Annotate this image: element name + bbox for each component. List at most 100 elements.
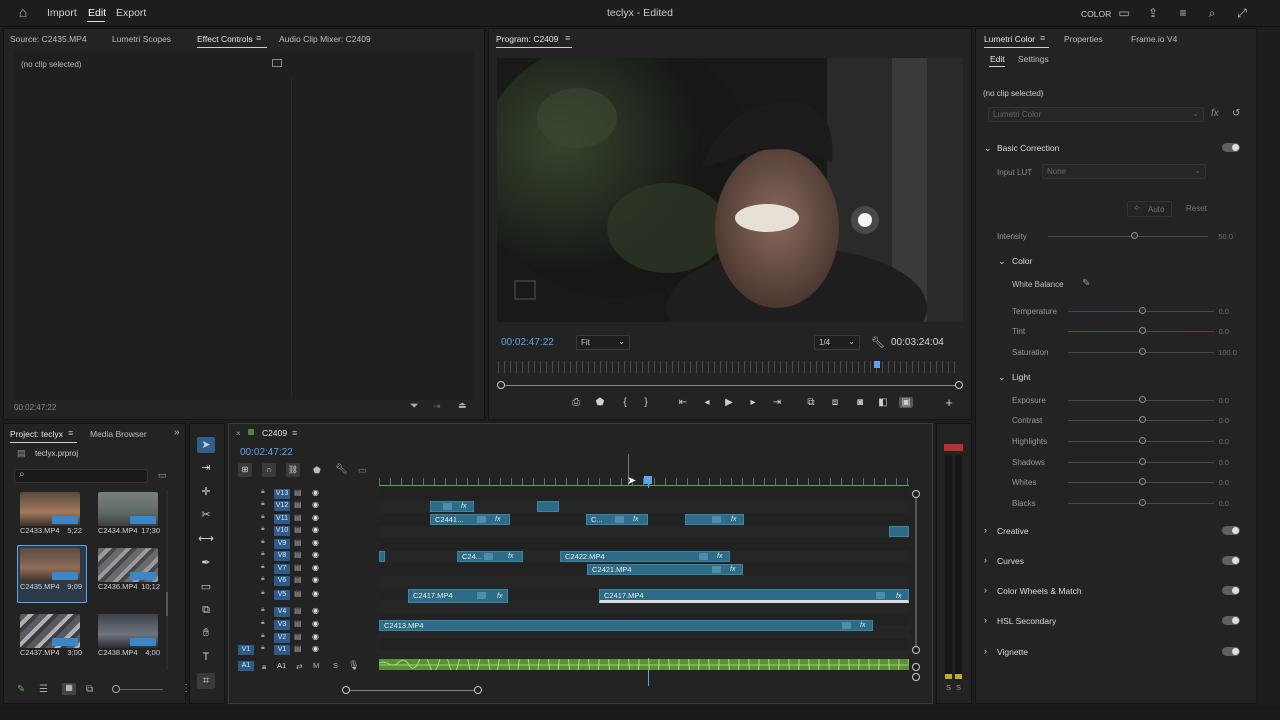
clip-v10[interactable] [889, 526, 909, 537]
workspace-label[interactable]: COLOR [1081, 9, 1111, 19]
subtab-settings[interactable]: Settings [1018, 54, 1049, 64]
type-tool-icon[interactable]: T [197, 649, 215, 665]
zoom-bar[interactable] [501, 385, 959, 386]
eye-icon[interactable]: ◉ [312, 538, 319, 547]
sequence-menu-icon[interactable]: ≡ [292, 428, 297, 438]
freeform-view-icon[interactable]: ⧉ [86, 684, 93, 695]
hand-tool-icon[interactable]: ✋︎ [197, 625, 215, 641]
step-back-icon[interactable]: ◂ [700, 397, 714, 408]
collapse-basic-icon[interactable]: ⌄ [984, 143, 992, 154]
color-section-header[interactable]: Color [1012, 256, 1032, 266]
step-forward-icon[interactable]: ▸ [746, 397, 760, 408]
source-v1-patch[interactable]: V1 [238, 645, 254, 655]
mark-out-icon[interactable]: } [639, 397, 653, 408]
clip-indicator[interactable] [944, 444, 963, 451]
safe-margins-icon[interactable]: ▣ [899, 397, 913, 408]
razor-tool-icon[interactable]: ✂︎ [197, 507, 215, 523]
sync-lock-icon[interactable]: ▤ [294, 525, 302, 534]
clip-c2417-b[interactable]: C2417.MP4 fx [599, 589, 909, 603]
lumetri-section-toggle[interactable] [1222, 647, 1240, 656]
nest-icon[interactable]: ⊞ [238, 463, 252, 477]
project-thumbnail[interactable] [20, 548, 80, 582]
a-scroll-top-handle[interactable] [912, 663, 920, 671]
temperature-value[interactable]: 0.0 [1205, 307, 1229, 316]
lift-icon[interactable]: ⎙ [569, 397, 583, 408]
audio-clip-a1[interactable] [378, 587, 910, 720]
v-scroll-top-handle[interactable] [912, 490, 920, 498]
sync-lock-icon[interactable]: ▤ [294, 632, 302, 641]
icon-view-icon[interactable]: ▦ [62, 683, 76, 695]
zoom-end-handle[interactable] [955, 381, 963, 389]
resolution-dropdown[interactable]: 1/4 ⌄ [814, 335, 860, 350]
eye-icon[interactable]: ◉ [312, 488, 319, 497]
collapse-color-icon[interactable]: ⌄ [998, 256, 1006, 267]
track-target[interactable]: V8 [274, 551, 290, 561]
sequence-tab[interactable]: C2409 [262, 428, 287, 438]
project-thumbnail[interactable] [98, 614, 158, 648]
tab-media-browser[interactable]: Media Browser [90, 429, 147, 439]
clip-c2417-a[interactable]: C2417.MP4 fx [408, 589, 508, 603]
saturation-knob[interactable] [1139, 348, 1146, 355]
effect-selector[interactable]: Lumetri Color ⌄ [988, 107, 1204, 122]
lumetri-section-label[interactable]: Color Wheels & Match [997, 586, 1082, 596]
tab-source[interactable]: Source: C2435.MP4 [10, 34, 87, 44]
project-search-input[interactable] [14, 469, 148, 483]
intensity-value[interactable]: 50.0 [1205, 232, 1233, 241]
track-lock-icon[interactable]: 🔒︎ [261, 563, 265, 571]
track-target[interactable]: V10 [274, 526, 290, 536]
project-scrollbar[interactable] [166, 490, 168, 670]
search-icon[interactable]: ⌕ [1205, 6, 1219, 20]
export-frame-icon[interactable]: ⇥ [433, 401, 441, 412]
track-lock-icon[interactable]: 🔒︎ [261, 500, 265, 508]
intensity-knob[interactable] [1131, 232, 1138, 239]
meter-solo-left[interactable]: S [946, 683, 951, 692]
project-thumbnail[interactable] [20, 492, 80, 526]
track-lock-icon[interactable]: 🔒︎ [261, 644, 265, 652]
program-menu-icon[interactable]: ≡ [565, 33, 570, 43]
pencil-icon[interactable]: ✎ [17, 684, 25, 695]
lumetri-section-label[interactable]: Vignette [997, 647, 1028, 657]
add-button-icon[interactable]: + [942, 395, 956, 410]
clip-v11-c[interactable]: fx [685, 514, 744, 525]
menu-lines-icon[interactable]: ≡ [1176, 6, 1190, 20]
add-marker-icon[interactable]: ⬟ [313, 465, 321, 476]
program-title[interactable]: Program: C2409 [496, 34, 573, 48]
light-section-header[interactable]: Light [1012, 372, 1030, 382]
timeline-zoom-bar[interactable] [346, 690, 478, 691]
panel-layout-icon[interactable]: ▭ [1117, 6, 1131, 20]
lumetri-section-label[interactable]: Curves [997, 556, 1024, 566]
track-target[interactable]: V11 [274, 514, 290, 524]
sync-lock-icon[interactable]: ▤ [294, 550, 302, 559]
clip-c2422[interactable]: C2422.MP4 fx [560, 551, 730, 562]
project-thumbnail[interactable] [98, 492, 158, 526]
temperature-knob[interactable] [1139, 307, 1146, 314]
go-to-in-icon[interactable]: ⇤ [676, 397, 690, 408]
tab-lumetri-color[interactable]: Lumetri Color [984, 34, 1050, 48]
sync-lock-icon[interactable]: ▤ [294, 563, 302, 572]
remix-tool-icon[interactable]: ⧉ [197, 602, 215, 618]
timeline-timecode[interactable]: 00:02:47:22 [240, 447, 293, 458]
eye-icon[interactable]: ◉ [312, 632, 319, 641]
program-timecode[interactable]: 00:02:47:22 [501, 337, 554, 348]
caption-tool-icon[interactable]: ⌗ [197, 673, 215, 689]
lumetri-section-toggle[interactable] [1222, 586, 1240, 595]
filter-icon[interactable]: ⏷ [410, 400, 419, 413]
project-thumbnail[interactable] [98, 548, 158, 582]
rectangle-tool-icon[interactable]: ▭ [197, 579, 215, 595]
eye-icon[interactable]: ◉ [312, 575, 319, 584]
track-target[interactable]: V7 [274, 564, 290, 574]
eye-icon[interactable]: ◉ [312, 644, 319, 653]
light-slider-knob[interactable] [1139, 416, 1146, 423]
zoom-start-handle[interactable] [497, 381, 505, 389]
track-lock-icon[interactable]: 🔒︎ [261, 488, 265, 496]
light-slider-value[interactable]: 0.0 [1205, 458, 1229, 467]
list-view-icon[interactable]: ☰ [39, 684, 48, 695]
light-slider-knob[interactable] [1139, 437, 1146, 444]
light-slider-value[interactable]: 0.0 [1205, 499, 1229, 508]
eye-icon[interactable]: ◉ [312, 550, 319, 559]
v-scroll-track[interactable] [915, 498, 917, 646]
light-slider-value[interactable]: 0.0 [1205, 416, 1229, 425]
camera-icon[interactable]: ◙ [853, 397, 867, 408]
clip-v12-a[interactable]: fx [430, 501, 474, 512]
track-target[interactable]: V9 [274, 539, 290, 549]
